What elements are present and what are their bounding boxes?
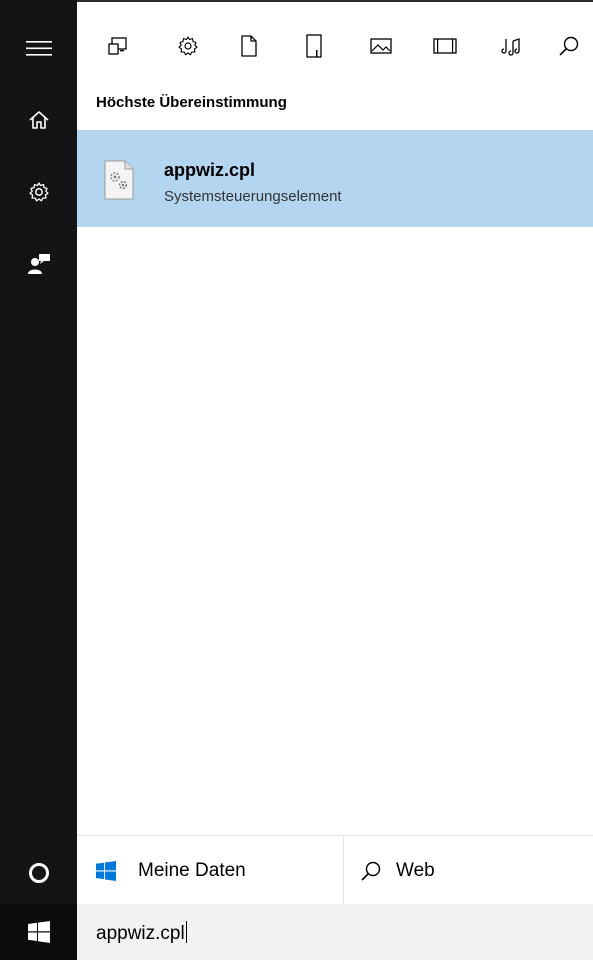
videos-icon: [433, 38, 457, 54]
photos-icon: [370, 38, 392, 54]
home-button[interactable]: [0, 92, 77, 148]
search-query: appwiz.cpl: [96, 923, 185, 944]
scope-tabs: Meine Daten Web: [77, 835, 593, 905]
settings-button[interactable]: [0, 164, 77, 220]
control-panel-item-icon: [104, 160, 134, 200]
home-icon: [28, 111, 49, 129]
tab-web[interactable]: Web: [360, 836, 435, 905]
search-results-panel: Höchste Übereinstimmung appwiz.cpl Syste…: [77, 0, 593, 905]
best-match-result[interactable]: appwiz.cpl Systemsteuerungselement: [77, 130, 593, 227]
filter-photos-button[interactable]: [363, 26, 399, 66]
filter-apps-button[interactable]: [101, 26, 137, 66]
tab-divider: [343, 836, 344, 905]
filter-music-button[interactable]: [493, 26, 529, 66]
best-match-heading: Höchste Übereinstimmung: [96, 94, 287, 111]
top-divider: [77, 0, 593, 2]
tab-web-label: Web: [396, 859, 435, 881]
filter-videos-button[interactable]: [427, 26, 463, 66]
filter-folders-button[interactable]: [296, 26, 332, 66]
start-button[interactable]: [0, 904, 77, 960]
result-title: appwiz.cpl: [164, 160, 256, 180]
windows-logo-icon: [96, 860, 116, 881]
filter-settings-button[interactable]: [170, 26, 206, 66]
search-icon: [559, 36, 579, 56]
search-icon: [361, 861, 381, 881]
hamburger-menu-button[interactable]: [0, 20, 77, 76]
result-subtitle: Systemsteuerungselement: [164, 188, 342, 205]
windows-logo-icon: [27, 921, 50, 943]
search-query-container: appwiz.cpl: [96, 921, 187, 945]
filter-documents-button[interactable]: [231, 26, 267, 66]
filter-search-button[interactable]: [551, 26, 587, 66]
cortana-button[interactable]: [0, 845, 77, 901]
left-rail: [0, 0, 77, 960]
text-caret: [185, 921, 187, 943]
hamburger-icon: [25, 41, 52, 56]
folders-icon: [306, 34, 322, 58]
music-icon: [501, 38, 520, 56]
cortana-circle-icon: [28, 863, 49, 883]
apps-icon: [108, 37, 127, 55]
tab-my-data-label: Meine Daten: [138, 859, 246, 881]
search-filter-bar: [77, 4, 593, 84]
gear-icon: [28, 182, 49, 202]
feedback-icon: [27, 254, 50, 274]
search-box[interactable]: appwiz.cpl: [77, 904, 593, 960]
tab-my-data[interactable]: Meine Daten: [96, 836, 246, 905]
documents-icon: [241, 35, 257, 57]
feedback-button[interactable]: [0, 236, 77, 292]
settings-icon: [178, 36, 198, 56]
